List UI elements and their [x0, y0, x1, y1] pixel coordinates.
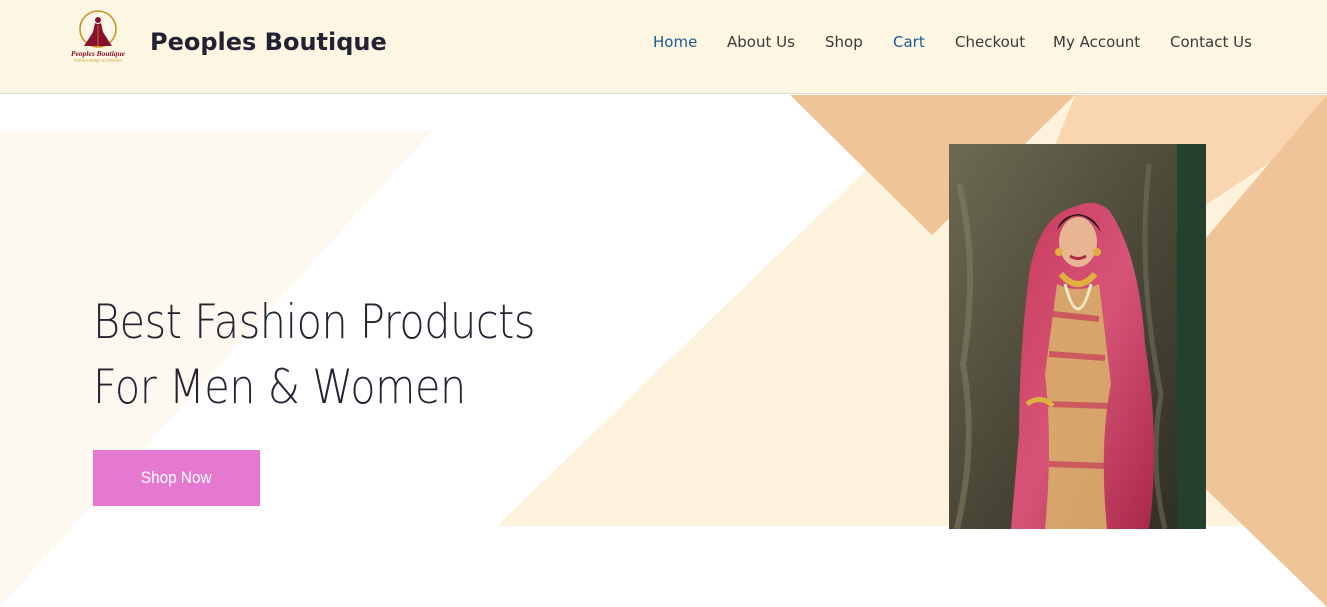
nav-contact-us[interactable]: Contact Us	[1170, 33, 1252, 51]
hero-headline-line2: For Men & Women	[93, 360, 466, 415]
hero-headline: Best Fashion Products For Men & Women	[93, 290, 535, 420]
boutique-dress-logo-icon[interactable]: Peoples Boutique Fashion Design & Collec…	[62, 10, 134, 64]
nav-shop[interactable]: Shop	[825, 33, 863, 51]
hero-headline-line1: Best Fashion Products	[93, 295, 536, 350]
nav-about-us[interactable]: About Us	[727, 33, 795, 51]
nav-home[interactable]: Home	[653, 33, 697, 51]
shop-now-button[interactable]: Shop Now	[93, 450, 260, 506]
nav-checkout[interactable]: Checkout	[955, 33, 1025, 51]
logo-text-bottom: Fashion Design & Collection	[74, 59, 122, 63]
bride-red-saree-photo	[949, 144, 1206, 529]
nav-my-account[interactable]: My Account	[1053, 33, 1140, 51]
shop-now-label: Shop Now	[141, 468, 212, 487]
logo-text-top: Peoples Boutique	[71, 49, 126, 58]
hero-section: Best Fashion Products For Men & Women Sh…	[0, 95, 1327, 607]
brand-title[interactable]: Peoples Boutique	[150, 28, 387, 56]
nav-cart[interactable]: Cart	[893, 33, 925, 51]
site-header: Peoples Boutique Fashion Design & Collec…	[0, 0, 1327, 94]
